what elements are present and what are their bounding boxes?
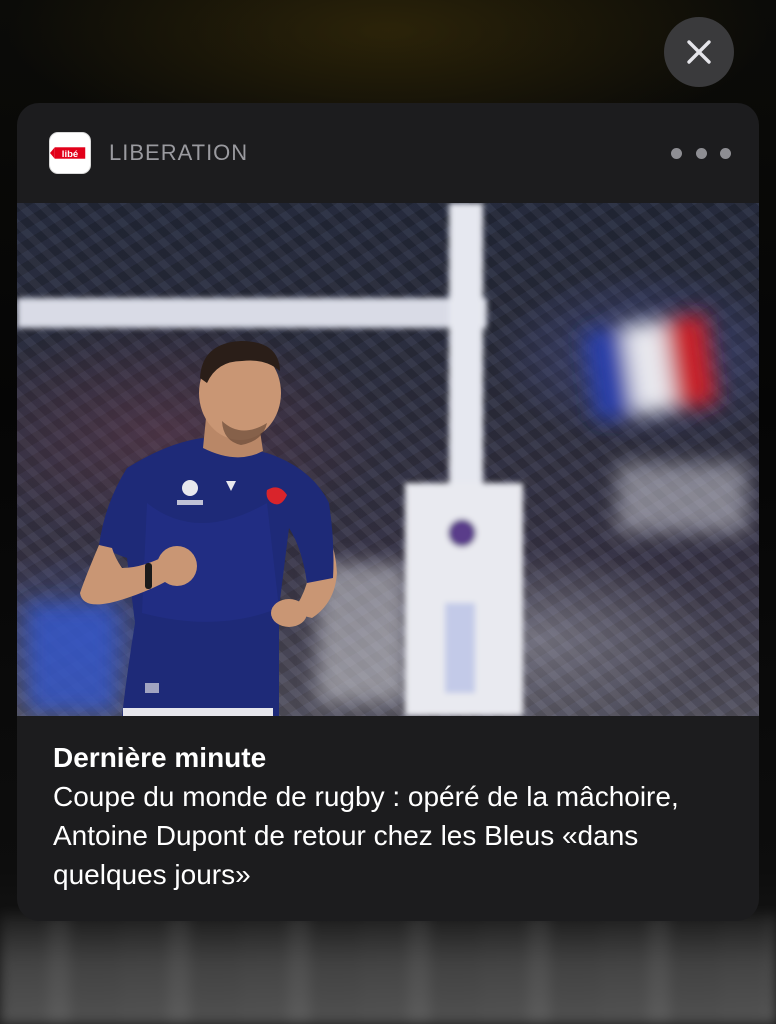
more-options-button[interactable] (671, 139, 731, 167)
ellipsis-icon (671, 147, 682, 159)
background-blur (0, 914, 776, 1024)
lock-screen: libé LIBERATION Dernière minute Coupe du… (0, 0, 776, 1024)
app-icon-label: libé (62, 149, 78, 160)
notification-header: libé LIBERATION (17, 103, 759, 203)
close-icon (687, 40, 711, 64)
notification-body: Coupe du monde de rugby : opéré de la mâ… (53, 781, 679, 890)
notification-image (17, 203, 759, 716)
liberation-app-icon: libé (49, 132, 91, 174)
ellipsis-icon (720, 147, 731, 159)
notification-card[interactable]: libé LIBERATION Dernière minute Coupe du… (17, 103, 759, 921)
app-name: LIBERATION (109, 140, 249, 165)
close-button[interactable] (664, 17, 734, 87)
rugby-photo (17, 203, 747, 716)
rugby-player (80, 341, 337, 716)
notification-title: Dernière minute (53, 742, 267, 773)
notification-content: Dernière minute Coupe du monde de rugby … (53, 739, 731, 894)
ellipsis-icon (695, 147, 707, 159)
